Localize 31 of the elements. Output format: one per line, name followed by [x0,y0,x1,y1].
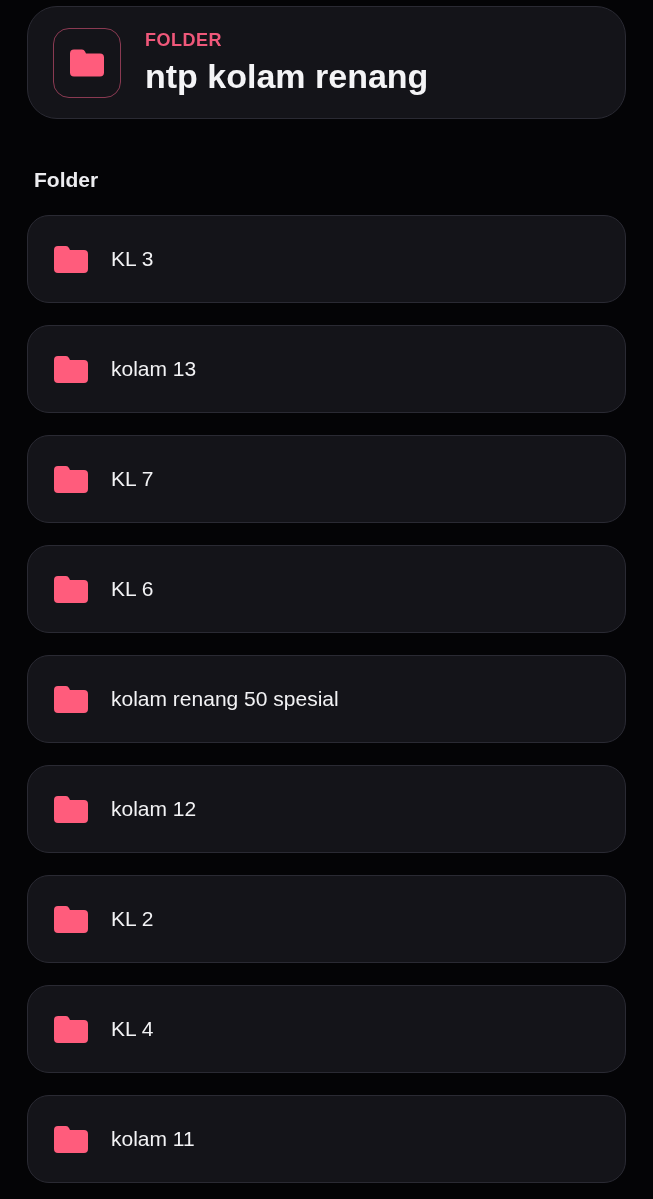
folder-icon [54,905,88,933]
folder-icon [54,575,88,603]
folder-name: KL 2 [111,906,154,933]
folder-item[interactable]: KL 6 [27,545,626,633]
folder-icon [54,795,88,823]
folder-icon [54,685,88,713]
folder-item[interactable]: KL 3 [27,215,626,303]
folder-item[interactable]: kolam 11 [27,1095,626,1183]
header-label: FOLDER [145,28,223,51]
folder-name: KL 6 [111,576,154,603]
folder-name: kolam renang 50 spesial [111,686,339,713]
folder-item[interactable]: kolam renang 50 spesial [27,655,626,743]
folder-item[interactable]: kolam 12 [27,765,626,853]
folder-icon [54,355,88,383]
folder-item[interactable]: kolam 13 [27,325,626,413]
folder-icon [54,465,88,493]
folder-name: kolam 12 [111,796,197,823]
folder-name: KL 7 [111,466,154,493]
folder-item[interactable]: KL 7 [27,435,626,523]
folder-name: kolam 11 [111,1126,195,1153]
folder-icon [70,48,104,77]
folder-icon [54,1125,88,1153]
folder-icon [54,1015,88,1043]
folder-name: KL 3 [111,246,154,273]
folder-item[interactable]: KL 2 [27,875,626,963]
folder-icon [54,245,88,273]
section-title: Folder [34,167,100,193]
folder-name: KL 4 [111,1016,154,1043]
header-title: ntp kolam renang [145,55,429,97]
folder-item[interactable]: KL 4 [27,985,626,1073]
folder-name: kolam 13 [111,356,197,383]
